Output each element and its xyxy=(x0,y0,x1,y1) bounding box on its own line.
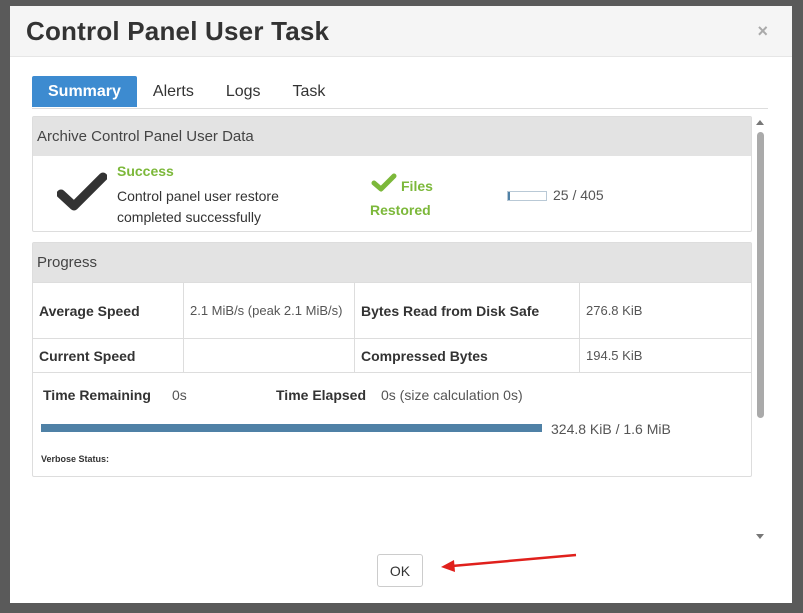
archive-panel-heading: Archive Control Panel User Data xyxy=(33,117,751,156)
current-speed-label: Current Speed xyxy=(33,338,184,373)
status-message: Control panel user restore completed suc… xyxy=(117,188,279,225)
tab-summary[interactable]: Summary xyxy=(32,76,137,107)
scrollbar-thumb[interactable] xyxy=(757,132,764,418)
tab-task[interactable]: Task xyxy=(277,76,342,107)
checkmark-icon xyxy=(57,172,107,211)
status-title: Success xyxy=(117,163,174,179)
transfer-progress-text: 324.8 KiB / 1.6 MiB xyxy=(551,421,671,437)
compressed-bytes-label: Compressed Bytes xyxy=(354,338,580,373)
current-speed-value xyxy=(183,338,355,373)
archive-panel: Archive Control Panel User Data Success … xyxy=(32,116,752,232)
task-dialog: Control Panel User Task × Summary Alerts… xyxy=(10,6,792,603)
bytes-read-label: Bytes Read from Disk Safe xyxy=(354,282,580,339)
time-elapsed-value-text: 0s (size calculation 0s) xyxy=(381,387,523,403)
ok-button[interactable]: OK xyxy=(377,554,423,587)
verbose-status-label: Verbose Status: xyxy=(41,454,110,464)
files-label: Files xyxy=(401,178,433,194)
transfer-progress-fill xyxy=(41,424,542,432)
time-remaining-value: 0s xyxy=(172,387,187,403)
tab-bar: Summary Alerts Logs Task xyxy=(32,76,768,109)
time-remaining: Time Remaining xyxy=(43,387,151,403)
progress-stats-table: Average Speed 2.1 MiB/s (peak 2.1 MiB/s)… xyxy=(33,282,751,373)
table-row: Current Speed Compressed Bytes 194.5 KiB xyxy=(33,338,751,373)
average-speed-value: 2.1 MiB/s (peak 2.1 MiB/s) xyxy=(183,282,355,339)
bytes-read-value: 276.8 KiB xyxy=(579,282,751,339)
files-progress-bar xyxy=(507,191,547,201)
dialog-header: Control Panel User Task × xyxy=(10,6,792,57)
files-progress-fill xyxy=(508,192,511,200)
scroll-up-icon[interactable] xyxy=(756,120,764,125)
time-remaining-value-text: 0s xyxy=(172,387,187,403)
close-icon[interactable]: × xyxy=(757,21,768,42)
files-count: 25 / 405 xyxy=(553,187,604,203)
restored-label: Restored xyxy=(370,202,431,218)
average-speed-label: Average Speed xyxy=(33,282,184,339)
tab-alerts[interactable]: Alerts xyxy=(137,76,210,107)
transfer-progress-bar xyxy=(41,424,542,432)
progress-panel-heading: Progress xyxy=(33,243,751,282)
files-restored-label: Files Restored xyxy=(370,174,450,222)
scrollbar[interactable] xyxy=(754,118,766,542)
time-elapsed-label: Time Elapsed xyxy=(276,387,367,403)
time-elapsed: Time Elapsed xyxy=(276,387,366,403)
summary-content: Archive Control Panel User Data Success … xyxy=(32,116,768,541)
progress-panel: Progress Average Speed 2.1 MiB/s (peak 2… xyxy=(32,242,752,477)
table-row: Average Speed 2.1 MiB/s (peak 2.1 MiB/s)… xyxy=(33,282,751,339)
time-remaining-label: Time Remaining xyxy=(43,387,151,403)
compressed-bytes-value: 194.5 KiB xyxy=(579,338,751,373)
tab-logs[interactable]: Logs xyxy=(210,76,277,107)
scroll-down-icon[interactable] xyxy=(756,534,764,539)
time-elapsed-value: 0s (size calculation 0s) xyxy=(381,387,523,403)
dialog-title: Control Panel User Task xyxy=(26,16,330,46)
